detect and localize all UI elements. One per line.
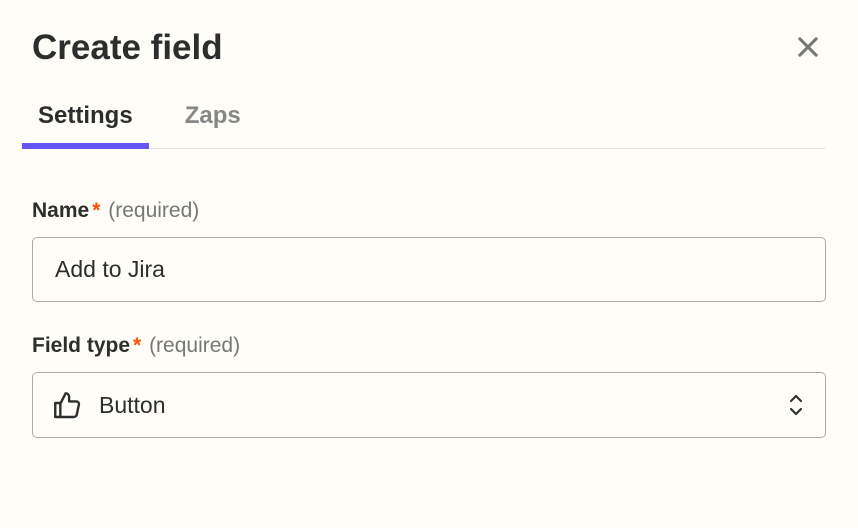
name-input[interactable] bbox=[32, 237, 826, 302]
name-label: Name* (required) bbox=[32, 199, 826, 223]
required-marker: * bbox=[133, 334, 141, 357]
thumbs-up-icon bbox=[51, 389, 83, 421]
select-sorter-icon bbox=[785, 391, 807, 419]
required-hint: (required) bbox=[108, 199, 199, 222]
tab-zaps[interactable]: Zaps bbox=[179, 94, 247, 148]
tab-bar: Settings Zaps bbox=[32, 94, 826, 149]
modal-title: Create field bbox=[32, 28, 223, 68]
modal-header: Create field bbox=[32, 28, 826, 68]
field-type-label-text: Field type bbox=[32, 334, 130, 357]
name-label-text: Name bbox=[32, 199, 89, 222]
field-group-name: Name* (required) bbox=[32, 199, 826, 302]
required-marker: * bbox=[92, 199, 100, 222]
tab-settings[interactable]: Settings bbox=[32, 94, 139, 148]
close-icon bbox=[794, 33, 822, 64]
field-type-value: Button bbox=[99, 392, 769, 419]
close-button[interactable] bbox=[790, 29, 826, 68]
required-hint: (required) bbox=[149, 334, 240, 357]
field-group-field-type: Field type* (required) Button bbox=[32, 334, 826, 438]
field-type-select[interactable]: Button bbox=[32, 372, 826, 438]
field-type-label: Field type* (required) bbox=[32, 334, 826, 358]
